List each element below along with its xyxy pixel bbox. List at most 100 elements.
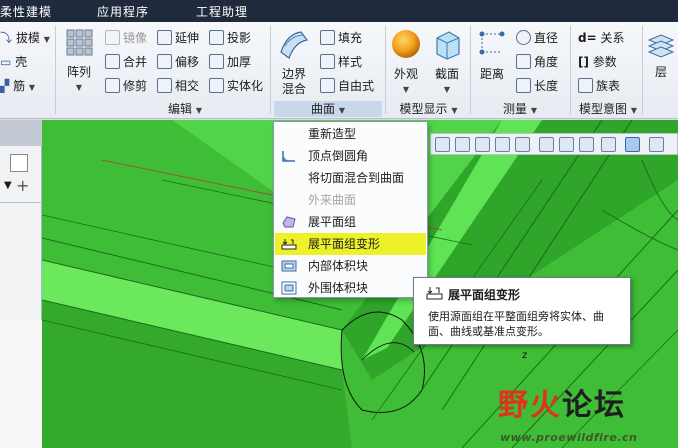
- vertex-round-icon: [282, 151, 295, 162]
- menu-item-label: 展平面组变形: [308, 237, 381, 251]
- merge-icon: [105, 54, 120, 69]
- merge-button[interactable]: 合并: [105, 52, 147, 72]
- project-button[interactable]: 投影: [209, 28, 251, 48]
- panel-header-strip: [0, 120, 42, 146]
- layer-label: 层: [654, 65, 667, 79]
- section-button[interactable]: 截面 ▼: [428, 28, 466, 97]
- shell-button[interactable]: ▭ 壳: [0, 52, 27, 72]
- chevron-down-icon: ▼: [443, 85, 451, 94]
- menu-item-tangent-blend[interactable]: 将切面混合到曲面: [275, 167, 426, 189]
- axis-display-icon[interactable]: [649, 137, 664, 152]
- menu-item-restyle[interactable]: 重新造型: [275, 123, 426, 145]
- flatten-deform-icon: [426, 287, 443, 300]
- boundary-blend-button[interactable]: 边界 混合: [274, 26, 314, 97]
- datum-display-icon[interactable]: [539, 137, 554, 152]
- mirror-button[interactable]: 镜像: [105, 28, 147, 48]
- offset-label: 偏移: [175, 55, 200, 69]
- appearance-button[interactable]: 外观 ▼: [389, 28, 423, 97]
- annotation-display-icon[interactable]: [559, 137, 574, 152]
- layer-button[interactable]: 层: [646, 32, 676, 80]
- chevron-down-icon: ▼: [630, 106, 637, 115]
- trim-button[interactable]: 修剪: [105, 76, 147, 96]
- tab-applications[interactable]: 应用程序: [97, 3, 149, 20]
- menu-item-vertex-round[interactable]: 顶点倒圆角: [275, 145, 426, 167]
- trim-label: 修剪: [123, 79, 148, 93]
- menu-item-inner-volume[interactable]: 内部体积块: [275, 255, 426, 277]
- menu-bar: 柔性建模 应用程序 工程助理: [0, 0, 678, 22]
- merge-label: 合并: [123, 55, 148, 69]
- menu-item-label: 外来曲面: [308, 193, 357, 207]
- style-label: 样式: [338, 55, 363, 69]
- group-label-measure[interactable]: 测量 ▼: [474, 101, 566, 117]
- length-button[interactable]: 长度: [516, 76, 558, 96]
- group-label-surface[interactable]: 曲面 ▼: [274, 101, 382, 117]
- draft-button[interactable]: ⤵ 拔模 ▼: [0, 28, 50, 48]
- plane-display-icon[interactable]: [625, 137, 640, 152]
- distance-button[interactable]: 距离: [474, 28, 510, 82]
- menu-item-flatten-quilt-deform[interactable]: 展平面组变形: [275, 233, 426, 255]
- parameters-button[interactable]: [] 参数: [578, 52, 617, 72]
- pattern-button[interactable]: 阵列 ▼: [60, 28, 98, 95]
- freestyle-button[interactable]: 自由式: [320, 76, 374, 96]
- angle-label: 角度: [534, 55, 559, 69]
- tree-filter-icon[interactable]: [10, 154, 28, 172]
- camera-icon[interactable]: [515, 137, 530, 152]
- model-display-group-text: 模型显示: [399, 102, 448, 116]
- rib-icon: ▞: [0, 79, 10, 93]
- panel-divider: [0, 202, 42, 203]
- flatten-deform-icon: [281, 239, 297, 250]
- group-label-model-intent[interactable]: 模型意图 ▼: [574, 101, 642, 117]
- saved-views-icon[interactable]: [495, 137, 510, 152]
- intersect-button[interactable]: 相交: [157, 76, 199, 96]
- offset-button[interactable]: 偏移: [157, 52, 199, 72]
- style-button[interactable]: 样式: [320, 52, 362, 72]
- watermark-logo-part1: 野火: [498, 388, 562, 423]
- solidify-button[interactable]: 实体化: [209, 76, 263, 96]
- appearance-sphere-icon: [392, 30, 420, 58]
- freestyle-label: 自由式: [338, 79, 375, 93]
- menu-item-label: 外围体积块: [308, 281, 369, 295]
- spin-center-icon[interactable]: [579, 137, 594, 152]
- watermark-logo-part2: 论坛: [562, 388, 626, 423]
- freestyle-icon: [320, 78, 335, 93]
- menu-item-label: 重新造型: [308, 127, 357, 141]
- menu-item-label: 将切面混合到曲面: [308, 171, 405, 185]
- solidify-label: 实体化: [227, 79, 264, 93]
- ribbon-separator: [270, 26, 271, 114]
- add-icon[interactable]: +: [16, 176, 29, 195]
- menu-item-outer-volume[interactable]: 外围体积块: [275, 277, 426, 299]
- length-icon: [516, 78, 531, 93]
- boundary-blend-icon: [280, 31, 309, 59]
- extend-icon: [157, 30, 172, 45]
- chevron-down-icon: ▼: [195, 106, 202, 115]
- forum-watermark: 野火论坛 www.proewildfire.cn: [498, 380, 678, 448]
- edit-group-text: 编辑: [168, 102, 193, 116]
- tab-flexible-modeling[interactable]: 柔性建模: [0, 3, 52, 20]
- thicken-button[interactable]: 加厚: [209, 52, 251, 72]
- menu-item-flatten-quilt[interactable]: 展平面组: [275, 211, 426, 233]
- tooltip-title: 展平面组变形: [448, 288, 521, 302]
- tab-engineering-assistant[interactable]: 工程助理: [196, 3, 248, 20]
- extend-button[interactable]: 延伸: [157, 28, 199, 48]
- angle-button[interactable]: 角度: [516, 52, 558, 72]
- flatten-quilt-icon: [282, 216, 296, 228]
- diameter-button[interactable]: 直径: [516, 28, 558, 48]
- relations-label: 关系: [600, 31, 625, 45]
- parameters-icon: []: [578, 55, 589, 69]
- draft-icon: ⤵: [0, 31, 13, 45]
- group-label-edit[interactable]: 编辑 ▼: [105, 101, 265, 117]
- zoom-fit-icon[interactable]: [435, 137, 450, 152]
- group-label-model-display[interactable]: 模型显示 ▼: [389, 101, 468, 117]
- display-style-icon[interactable]: [455, 137, 470, 152]
- shading-icon[interactable]: [601, 137, 616, 152]
- relations-button[interactable]: d= 关系: [578, 28, 625, 48]
- chevron-down-icon[interactable]: ▼: [4, 180, 12, 191]
- watermark-logo: 野火论坛: [498, 380, 626, 424]
- rib-button[interactable]: ▞ 筋 ▼: [0, 76, 35, 96]
- family-table-button[interactable]: 族表: [578, 76, 620, 96]
- cube-icon[interactable]: [475, 137, 490, 152]
- project-icon: [209, 30, 224, 45]
- fill-button[interactable]: 填充: [320, 28, 362, 48]
- measure-group-text: 测量: [503, 102, 528, 116]
- shell-icon: ▭: [0, 55, 12, 69]
